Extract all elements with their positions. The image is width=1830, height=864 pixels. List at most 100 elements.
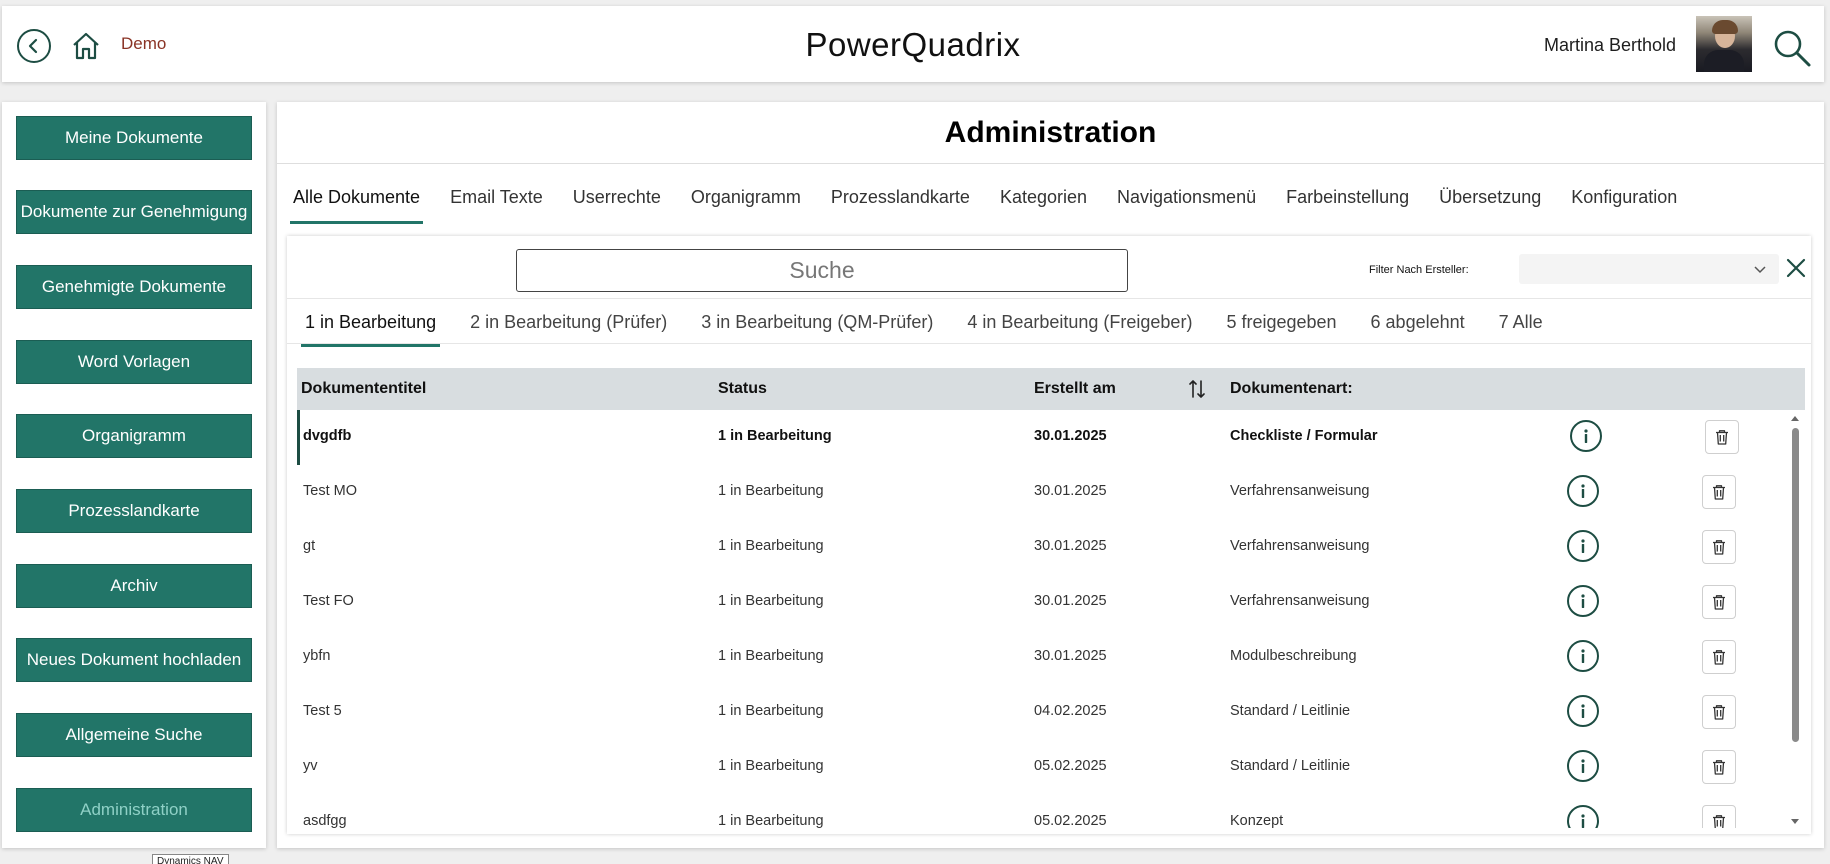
sidebar-item-prozesslandkarte[interactable]: Prozesslandkarte [16,489,252,533]
tab-organigramm[interactable]: Organigramm [688,178,804,216]
status-tab-5[interactable]: 5 freigegeben [1222,299,1340,345]
cell-status: 1 in Bearbeitung [718,538,824,554]
status-tab-7[interactable]: 7 Alle [1495,299,1547,345]
table-row[interactable]: Test MO 1 in Bearbeitung 30.01.2025 Verfahr… [297,465,1785,520]
tab-email-texte[interactable]: Email Texte [447,178,546,216]
info-button[interactable] [1570,420,1602,452]
status-tab-2[interactable]: 2 in Bearbeitung (Prüfer) [466,299,671,345]
info-button[interactable] [1567,585,1599,617]
table-row[interactable]: Test 5 1 in Bearbeitung 04.02.2025 Standard… [297,685,1785,740]
cell-title: gt [303,538,316,554]
info-icon [1581,814,1585,828]
status-tab-3[interactable]: 3 in Bearbeitung (QM-Prüfer) [697,299,937,345]
cell-created: 30.01.2025 [1034,428,1107,444]
tab-uebersetzung[interactable]: Übersetzung [1436,178,1544,216]
status-tabs: 1 in Bearbeitung 2 in Bearbeitung (Prüfe… [301,299,1573,347]
cell-title: yv [303,758,318,774]
sort-button[interactable] [1188,377,1206,401]
tab-userrechte[interactable]: Userrechte [570,178,664,216]
sidebar-item-neues-dokument-hochladen[interactable]: Neues Dokument hochladen [16,638,252,682]
scroll-down-arrow[interactable] [1791,819,1799,824]
tab-alle-dokumente[interactable]: Alle Dokumente [290,178,424,224]
delete-button[interactable] [1702,750,1736,784]
delete-button[interactable] [1702,640,1736,674]
table-row[interactable]: gt 1 in Bearbeitung 30.01.2025 Verfahrensan… [297,520,1785,575]
cell-status: 1 in Bearbeitung [718,593,824,609]
close-icon [1786,258,1806,278]
cell-type: Checkliste / Formular [1230,428,1378,444]
sidebar-item-organigramm[interactable]: Organigramm [16,414,252,458]
table-row[interactable]: Test FO 1 in Bearbeitung 30.01.2025 Verfahr… [297,575,1785,630]
sidebar-item-genehmigte-dokumente[interactable]: Genehmigte Dokumente [16,265,252,309]
table-row[interactable]: yv 1 in Bearbeitung 05.02.2025 Standard / L… [297,740,1785,795]
trash-icon [1713,540,1725,555]
delete-button[interactable] [1702,695,1736,729]
cell-created: 30.01.2025 [1034,538,1107,554]
table-row[interactable]: asdfgg 1 in Bearbeitung 05.02.2025 Konzept [297,795,1785,828]
sidebar: Meine Dokumente Dokumente zur Genehmigun… [2,102,266,848]
delete-button[interactable] [1702,475,1736,509]
info-icon [1584,429,1588,443]
cell-status: 1 in Bearbeitung [718,703,824,719]
tab-kategorien[interactable]: Kategorien [997,178,1090,216]
column-header-type[interactable]: Dokumentenart: [1230,380,1353,398]
info-icon [1581,484,1585,498]
delete-button[interactable] [1702,530,1736,564]
status-tab-6[interactable]: 6 abgelehnt [1367,299,1469,345]
column-header-title[interactable]: Dokumententitel [301,380,426,398]
info-icon [1581,594,1585,608]
tab-navigationsmenue[interactable]: Navigationsmenü [1114,178,1259,216]
info-button[interactable] [1567,805,1599,828]
sidebar-item-dokumente-zur-genehmigung[interactable]: Dokumente zur Genehmigung [16,190,252,234]
trash-icon [1713,760,1725,775]
column-header-status[interactable]: Status [718,380,767,398]
cell-status: 1 in Bearbeitung [718,483,824,499]
info-button[interactable] [1567,695,1599,727]
cell-type: Standard / Leitlinie [1230,758,1351,774]
info-button[interactable] [1567,750,1599,782]
documents-card: Filter Nach Ersteller: 1 in Bearbeitung … [287,236,1811,834]
chevron-down-icon [1754,266,1766,274]
info-button[interactable] [1567,640,1599,672]
trash-icon [1713,815,1725,828]
table-scrollbar[interactable] [1789,414,1801,826]
page-title: Administration [944,116,1157,149]
delete-button[interactable] [1702,805,1736,828]
info-icon [1581,704,1585,718]
cell-type: Verfahrensanweisung [1230,538,1370,554]
status-tab-1[interactable]: 1 in Bearbeitung [301,299,441,347]
sidebar-item-administration[interactable]: Administration [16,788,252,832]
status-tab-4[interactable]: 4 in Bearbeitung (Freigeber) [963,299,1196,345]
cell-type: Modulbeschreibung [1230,648,1357,664]
table-row[interactable]: dvgdfb 1 in Bearbeitung 30.01.2025 Checklis… [297,410,1785,465]
clear-filter-button[interactable] [1784,256,1808,280]
sidebar-item-meine-dokumente[interactable]: Meine Dokumente [16,116,252,160]
sidebar-item-allgemeine-suche[interactable]: Allgemeine Suche [16,713,252,757]
info-button[interactable] [1567,530,1599,562]
delete-button[interactable] [1702,585,1736,619]
tab-prozesslandkarte[interactable]: Prozesslandkarte [828,178,973,216]
tab-farbeinstellung[interactable]: Farbeinstellung [1283,178,1412,216]
search-input[interactable] [516,249,1128,292]
sidebar-item-word-vorlagen[interactable]: Word Vorlagen [16,340,252,384]
title-divider [277,163,1824,164]
delete-button[interactable] [1705,420,1739,454]
trash-icon [1713,705,1725,720]
avatar[interactable] [1696,16,1752,72]
status-tabs-bar: 1 in Bearbeitung 2 in Bearbeitung (Prüfe… [287,298,1811,347]
cell-title: asdfgg [303,813,347,828]
column-header-created[interactable]: Erstellt am [1034,380,1116,398]
scroll-up-arrow[interactable] [1791,416,1799,421]
table-row[interactable]: ybfn 1 in Bearbeitung 30.01.2025 Modulbesch… [297,630,1785,685]
global-search-button[interactable] [1772,28,1812,68]
tab-konfiguration[interactable]: Konfiguration [1568,178,1680,216]
sort-icon [1189,380,1205,398]
creator-filter-select[interactable] [1519,254,1779,284]
cell-type: Verfahrensanweisung [1230,593,1370,609]
info-icon [1581,539,1585,553]
sidebar-item-archiv[interactable]: Archiv [16,564,252,608]
info-icon [1581,649,1585,663]
info-button[interactable] [1567,475,1599,507]
scroll-thumb[interactable] [1792,428,1799,742]
cell-status: 1 in Bearbeitung [718,813,824,828]
